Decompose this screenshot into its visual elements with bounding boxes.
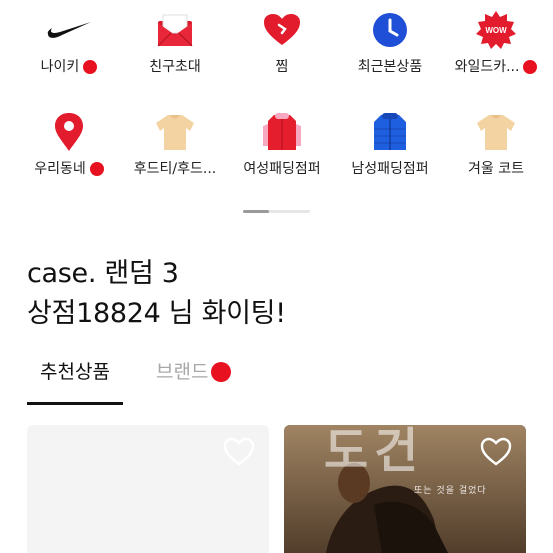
category-wishlist[interactable]: 찜 [227,6,337,86]
category-row-2: 우리동네 후드티/후드... 여성패딩점퍼 남성패딩점퍼 겨울 코트 [0,108,553,188]
category-label: 여성패딩점퍼 [243,161,321,177]
title-line-1: case. 랜덤 3 [27,258,179,289]
tab-brand[interactable]: 브랜드 [156,355,232,405]
svg-text:WOW: WOW [485,26,507,35]
notification-dot [89,162,104,176]
category-label: 와일드카... [454,59,520,75]
wow-badge-icon: WOW [472,6,520,54]
tab-label: 브랜드 [156,361,209,383]
location-pin-icon [45,108,93,156]
category-label: 친구초대 [149,59,201,75]
tab-label: 추천상품 [40,361,110,383]
product-card[interactable] [27,425,269,553]
category-label: 최근본상품 [357,59,423,75]
category-womens-padding[interactable]: 여성패딩점퍼 [227,108,337,188]
category-label: 후드티/후드... [133,161,217,177]
category-wildcard[interactable]: WOW 와일드카... [441,6,551,86]
notification-dot [523,60,538,74]
heart-icon [258,6,306,54]
category-recently-viewed[interactable]: 최근본상품 [335,6,445,86]
category-nike[interactable]: 나이키 [14,6,124,86]
poster-subtitle: 또는 것을 걸었다 [414,486,487,496]
mens-padding-icon [366,108,414,156]
category-row-1: 나이키 친구초대 찜 최근본상품 WOW 와일드카... [0,6,553,86]
hoodie-icon [151,108,199,156]
wishlist-heart-icon[interactable] [223,437,255,467]
carousel-page-indicator [243,210,310,213]
womens-padding-icon [258,108,306,156]
category-label: 찜 [275,59,289,75]
nike-swoosh-icon [45,6,93,54]
wishlist-heart-icon[interactable] [480,437,512,467]
clock-icon [366,6,414,54]
category-winter-coat[interactable]: 겨울 코트 [441,108,551,188]
category-invite-friends[interactable]: 친구초대 [120,6,230,86]
category-label: 나이키 [40,59,80,75]
notification-dot [83,60,98,74]
notification-dot [211,362,232,382]
section-title: case. 랜덤 3 상점18824 님 화이팅! [27,254,286,334]
category-mens-padding[interactable]: 남성패딩점퍼 [335,108,445,188]
category-label: 우리동네 [34,161,86,177]
category-label: 남성패딩점퍼 [351,161,429,177]
tab-bar: 추천상품 브랜드 [0,355,553,405]
category-neighborhood[interactable]: 우리동네 [14,108,124,188]
product-card[interactable]: 도건 또는 것을 걸었다 [284,425,526,553]
category-hoodie[interactable]: 후드티/후드... [120,108,230,188]
page-indicator-thumb [243,210,269,213]
poster-title: 도건 [324,425,425,479]
category-label: 겨울 코트 [468,161,524,177]
invite-envelope-icon [151,6,199,54]
tab-recommended[interactable]: 추천상품 [27,355,123,405]
coat-icon [472,108,520,156]
title-line-2: 상점18824 님 화이팅! [27,298,286,329]
